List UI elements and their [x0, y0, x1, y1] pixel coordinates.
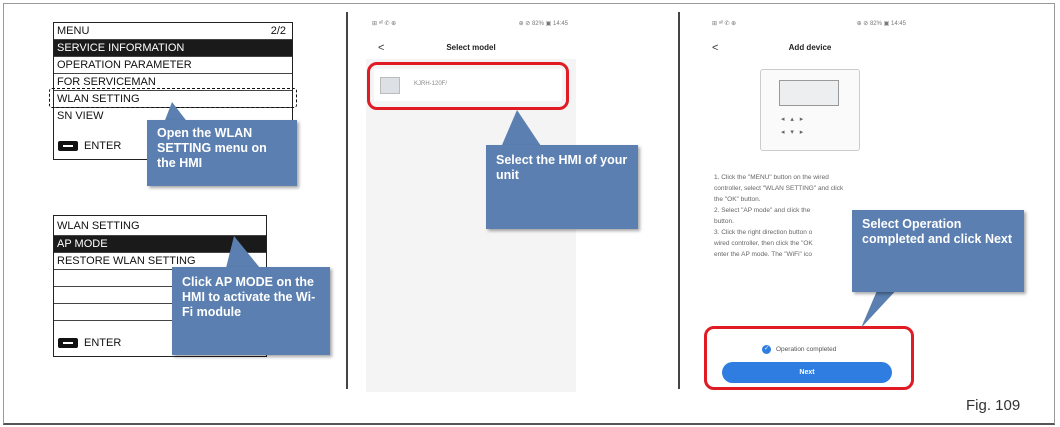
instruction-line: 1. Click the "MENU" button on the wired [714, 174, 829, 181]
menu-item-service-information[interactable]: SERVICE INFORMATION [54, 40, 292, 57]
callout-ap-mode-text: Click AP MODE on the HMI to activate the… [182, 275, 316, 319]
enter-hint: ENTER [58, 140, 121, 152]
callout-ap-mode: Click AP MODE on the HMI to activate the… [172, 267, 330, 355]
page-title: Add device [788, 43, 832, 52]
callout-select-hmi: Select the HMI of your unit [486, 145, 638, 229]
instruction-line: the "OK" button. [714, 196, 761, 203]
enter-label: ENTER [84, 140, 122, 152]
enter-key-icon [58, 338, 78, 349]
callout-open-wlan: Open the WLAN SETTING menu on the HMI [147, 120, 297, 186]
callout-next-text: Select Operation completed and click Nex… [862, 217, 1013, 246]
status-bar-left: ⊞ ᵃˡˡ ✆ ⊕ [372, 21, 397, 27]
divider-2 [678, 12, 680, 389]
controller-display [779, 80, 839, 106]
controller-buttons-icon: ◂ ▴ ▸ [781, 116, 804, 123]
wired-controller-image: ◂ ▴ ▸ ◂ ▾ ▸ [760, 69, 860, 151]
instruction-line: controller, select "WLAN SETTING" and cl… [714, 185, 844, 192]
callout-select-hmi-text: Select the HMI of your unit [496, 153, 628, 182]
menu-page: 2/2 [270, 25, 286, 37]
enter-key-icon [58, 141, 78, 152]
divider-1 [346, 12, 348, 389]
status-bar-left: ⊞ ᵃˡˡ ✆ ⊕ [712, 21, 737, 27]
enter-hint: ENTER [58, 337, 121, 349]
page-title: Select model [446, 43, 496, 52]
status-bar-right: ⊕ ⊘ 82% ▣ 14:45 [518, 21, 568, 27]
controller-buttons-icon: ◂ ▾ ▸ [781, 129, 804, 136]
callout-next: Select Operation completed and click Nex… [852, 210, 1024, 292]
next-highlight-box [704, 326, 914, 390]
menu-title: MENU [57, 25, 90, 37]
enter-label: ENTER [84, 337, 122, 349]
model-highlight-box [367, 62, 569, 110]
menu-header: MENU 2/2 [54, 23, 292, 40]
callout2-pointer [226, 236, 260, 268]
callout-open-wlan-text: Open the WLAN SETTING menu on the HMI [157, 126, 267, 170]
menu-item-operation-parameter[interactable]: OPERATION PARAMETER [54, 57, 292, 74]
figure-label: Fig. 109 [966, 397, 1021, 414]
status-bar-right: ⊕ ⊘ 82% ▣ 14:45 [856, 21, 906, 27]
